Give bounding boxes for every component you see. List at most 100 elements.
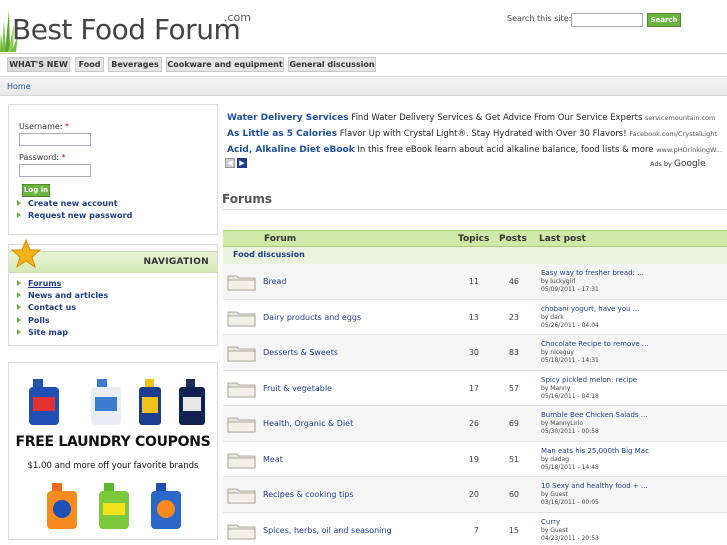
sponsored-link[interactable]: Acid, Alkaline Diet eBook In this free e… — [227, 145, 722, 155]
last-post-author: by Guest — [541, 526, 568, 534]
nav-item-contact[interactable]: Contact us — [17, 303, 76, 312]
bullet-icon — [17, 212, 21, 218]
forum-name-link[interactable]: Desserts & Sweets — [263, 348, 338, 357]
forum-name-link[interactable]: Spices, herbs, oil and seasoning — [263, 526, 392, 535]
forum-name-link[interactable]: Recipes & cooking tips — [263, 490, 354, 499]
post-count: 51 — [508, 454, 519, 464]
password-field[interactable] — [19, 164, 91, 177]
last-post-author: by luckygirl — [541, 278, 576, 285]
ad-prev-arrow-icon[interactable]: ◀ — [225, 158, 235, 168]
breadcrumb-home[interactable]: Home — [7, 82, 31, 91]
ad-next-arrow-icon[interactable]: ▶ — [237, 158, 247, 168]
site-logo[interactable]: Best Food Forum — [12, 13, 241, 46]
last-post-date: 05/18/2011 - 14:31 — [541, 357, 599, 364]
last-post-link[interactable]: Spicy pickled melon: recipe — [541, 376, 637, 384]
column-forum: Forum — [264, 234, 297, 244]
page-title: Forums — [222, 192, 273, 206]
topic-count: 13 — [468, 312, 479, 322]
tab-general-discussion[interactable]: General discussion — [288, 57, 376, 72]
last-post-link[interactable]: 10 Sexy and healthy food + ... — [541, 482, 648, 490]
last-post-link[interactable]: chobani yogurt, have you ... — [541, 305, 639, 313]
sponsored-link[interactable]: As Little as 5 Calories Flavor Up with C… — [227, 129, 717, 139]
table-row: Health, Organic & Diet 26 69 Bumble Bee Chi… — [223, 406, 727, 442]
topic-count: 30 — [468, 348, 479, 357]
ad-title: FREE LAUNDRY COUPONS — [15, 434, 211, 450]
search-label: Search this site: — [507, 14, 572, 23]
last-post-date: 05/16/2011 - 04:18 — [541, 392, 599, 400]
nav-item-sitemap[interactable]: Site map — [17, 328, 68, 337]
detergent-bottle-icon — [29, 379, 59, 425]
topic-count: 20 — [468, 490, 479, 499]
last-post-date: 05/30/2011 - 00:58 — [541, 428, 599, 435]
folder-icon — [227, 488, 256, 504]
tab-whats-new[interactable]: WHAT'S NEW — [7, 57, 70, 72]
column-last-post: Last post — [539, 234, 586, 244]
forum-name-link[interactable]: Bread — [263, 277, 287, 286]
folder-icon — [227, 346, 256, 362]
post-count: 69 — [508, 419, 519, 428]
forum-name-link[interactable]: Meat — [263, 455, 283, 464]
star-icon — [11, 239, 41, 269]
bullet-icon — [17, 200, 21, 206]
sponsored-link[interactable]: Water Delivery Services Find Water Deliv… — [227, 113, 715, 123]
forum-name-link[interactable]: Health, Organic & Diet — [263, 419, 353, 428]
site-logo-com: .com — [224, 11, 251, 24]
table-row: Recipes & cooking tips 20 60 10 Sexy and he… — [223, 477, 727, 513]
table-row: Spices, herbs, oil and seasoning 7 15 Curry… — [223, 512, 727, 545]
last-post-link[interactable]: Man eats his 25,000th Big Mac — [541, 447, 649, 455]
forum-name-link[interactable]: Fruit & vegetable — [263, 384, 332, 393]
bullet-icon — [17, 292, 21, 298]
last-post-author: by MannyLirio — [541, 420, 584, 427]
ads-by-google[interactable]: Ads by Google — [650, 159, 706, 169]
table-row: Bread 11 46 Easy way to fresher bread: ... b… — [223, 264, 727, 300]
tab-cookware[interactable]: Cookware and equipment — [166, 57, 284, 72]
last-post-date: 04/23/2011 - 20:53 — [541, 534, 599, 542]
post-count: 23 — [508, 312, 519, 322]
last-post-link[interactable]: Bumble Bee Chicken Salads ... — [541, 411, 647, 419]
nav-item-polls[interactable]: Polls — [17, 316, 50, 325]
tab-food[interactable]: Food — [75, 57, 104, 72]
post-count: 46 — [508, 277, 519, 286]
request-password-link[interactable]: Request new password — [17, 211, 132, 220]
search-input[interactable] — [571, 13, 643, 27]
username-label: Username: * — [19, 122, 70, 131]
breadcrumb: Home — [0, 76, 727, 96]
ad-subtitle: $1.00 and more off your favorite brands — [27, 461, 199, 471]
last-post-link[interactable]: Easy way to fresher bread: ... — [541, 269, 644, 277]
table-row: Desserts & Sweets 30 83 Chocolate Recipe to… — [223, 335, 727, 371]
post-count: 57 — [508, 383, 519, 393]
category-label[interactable]: Food discussion — [233, 250, 305, 259]
topic-count: 19 — [468, 454, 479, 464]
post-count: 83 — [508, 348, 519, 357]
password-label: Password: * — [19, 153, 66, 162]
bullet-icon — [17, 304, 21, 310]
tab-beverages[interactable]: Beverages — [108, 57, 162, 72]
last-post-link[interactable]: Chocolate Recipe to remove ... — [541, 340, 649, 348]
column-topics: Topics — [458, 234, 490, 244]
folder-icon — [227, 311, 256, 326]
bullet-icon — [17, 280, 21, 286]
username-field[interactable] — [19, 133, 91, 146]
forum-name-link[interactable]: Dairy products and eggs — [263, 313, 361, 322]
topic-count: 26 — [468, 419, 479, 428]
last-post-date: 05/09/2011 - 17:31 — [541, 286, 599, 293]
last-post-author: by dark — [541, 313, 564, 321]
site-header: Best Food Forum .com Search this site: S… — [0, 0, 727, 54]
folder-icon — [227, 275, 256, 291]
detergent-bottle-icon — [47, 483, 77, 529]
nav-item-news[interactable]: News and articles — [17, 291, 108, 300]
search-button[interactable]: Search — [647, 13, 681, 27]
table-row: Dairy products and eggs 13 23 chobani yogur… — [223, 299, 727, 335]
laundry-ad-banner[interactable]: FREE LAUNDRY COUPONS $1.00 and more off … — [8, 362, 218, 540]
nav-item-forums[interactable]: Forums — [17, 279, 61, 288]
login-button[interactable]: Log in — [22, 184, 50, 197]
post-count: 60 — [508, 490, 519, 499]
last-post-link[interactable]: Curry — [541, 518, 560, 526]
detergent-bottle-icon — [179, 379, 205, 425]
folder-icon — [227, 524, 256, 539]
detergent-bottle-icon — [99, 483, 129, 529]
navigation-title: NAVIGATION — [143, 257, 209, 267]
navigation-panel: NAVIGATION Forums News and articles Cont… — [8, 239, 218, 346]
main-tabs: WHAT'S NEW Food Beverages Cookware and e… — [0, 54, 727, 76]
create-account-link[interactable]: Create new account — [17, 199, 118, 208]
